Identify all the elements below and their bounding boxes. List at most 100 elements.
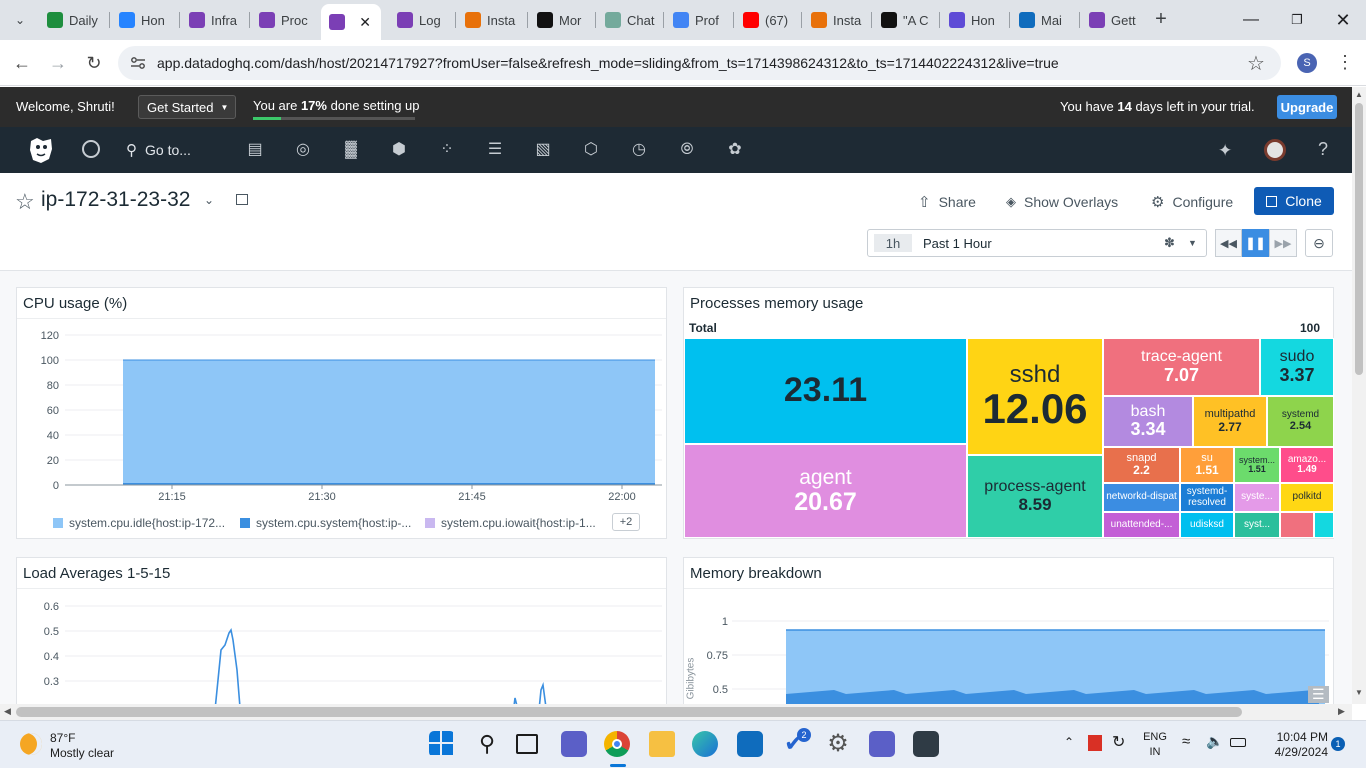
treemap-cell[interactable] [1314, 512, 1334, 538]
url-text[interactable]: app.datadoghq.com/dash/host/20214717927?… [157, 55, 1059, 71]
battery-icon[interactable] [1230, 738, 1246, 747]
scroll-left-icon[interactable]: ◀ [4, 706, 11, 717]
browser-tab[interactable]: Mor [529, 6, 593, 34]
notebooks-icon[interactable]: ✿ [726, 141, 744, 159]
close-window-icon[interactable]: ✕ [1328, 8, 1358, 32]
pdf-tray-icon[interactable] [1088, 735, 1102, 751]
browser-tab[interactable]: Daily [39, 6, 103, 34]
share-button[interactable]: ⇧ Share [918, 192, 976, 212]
minimize-icon[interactable]: — [1236, 8, 1266, 32]
treemap-cell[interactable]: polkitd [1280, 483, 1334, 512]
apm-icon[interactable]: ▓ [342, 141, 360, 159]
browser-tab[interactable]: Hon [941, 6, 1005, 34]
browser-tab[interactable]: "A C [873, 6, 937, 34]
start-icon[interactable] [429, 731, 455, 757]
horizontal-scrollbar[interactable]: ◀ ▶ [0, 704, 1352, 720]
treemap-cell[interactable]: agent 20.67 [684, 444, 967, 538]
treemap-cell[interactable]: amazo... 1.49 [1280, 447, 1334, 483]
copy-icon[interactable] [236, 194, 248, 205]
legend-item[interactable]: system.cpu.iowait{host:ip-1... [425, 516, 596, 530]
file-explorer-icon[interactable] [649, 731, 675, 757]
browser-tab[interactable]: ✕ [321, 4, 381, 40]
back-icon[interactable]: ← [10, 51, 34, 75]
infrastructure-icon[interactable]: ⬢ [390, 141, 408, 159]
browser-tab[interactable]: Infra [181, 6, 245, 34]
site-info-icon[interactable] [130, 56, 146, 70]
forward-icon[interactable]: → [46, 51, 70, 75]
digital-experience-icon[interactable]: ◷ [630, 141, 648, 159]
omnibox[interactable]: app.datadoghq.com/dash/host/20214717927?… [118, 46, 1281, 80]
volume-icon[interactable]: 🔈 [1206, 733, 1223, 750]
teams-icon[interactable] [869, 731, 895, 757]
sync-tray-icon[interactable]: ↻ [1112, 732, 1125, 752]
treemap-cell[interactable]: networkd-dispat [1103, 483, 1180, 512]
title-dropdown-icon[interactable]: ⌄ [204, 193, 214, 207]
legend-item[interactable]: system.cpu.idle{host:ip-172... [53, 516, 225, 530]
treemap-cell[interactable]: multipathd 2.77 [1193, 396, 1267, 447]
tray-overflow-icon[interactable]: ⌃ [1064, 735, 1074, 749]
browser-tab[interactable]: Mai [1011, 6, 1075, 34]
setup-progress-text[interactable]: You are 17% done setting up [253, 98, 420, 113]
browser-tab[interactable]: Prof [665, 6, 729, 34]
settings-icon[interactable]: ⚙ [825, 731, 851, 757]
reload-icon[interactable]: ↻ [82, 51, 106, 75]
wifi-icon[interactable]: ≈ [1182, 733, 1190, 750]
browser-tab[interactable]: Log [389, 6, 453, 34]
watchdog-icon[interactable]: ⦾ [678, 141, 696, 159]
treemap-cell[interactable]: process-agent 8.59 [967, 455, 1103, 538]
logs-icon[interactable]: ☰ [486, 141, 504, 159]
treemap-cell[interactable]: trace-agent 7.07 [1103, 338, 1260, 396]
search-icon[interactable]: ⚲ [474, 731, 500, 757]
profile-avatar[interactable]: S [1297, 53, 1317, 73]
treemap-cell[interactable]: sudo 3.37 [1260, 338, 1334, 396]
legend-more-button[interactable]: +2 [612, 513, 640, 531]
meet-icon[interactable] [561, 731, 587, 757]
widget-menu-icon[interactable]: ☰ [1308, 686, 1329, 703]
time-picker[interactable]: 1h Past 1 Hour ✽ ▼ [867, 229, 1207, 257]
edge-icon[interactable] [692, 731, 718, 757]
treemap-cell[interactable]: unattended-... [1103, 512, 1180, 538]
browser-tab[interactable]: Proc [251, 6, 315, 34]
treemap-cell[interactable]: syste... [1234, 483, 1280, 512]
treemap-cell[interactable]: snapd 2.2 [1103, 447, 1180, 483]
datadog-logo-icon[interactable] [27, 135, 55, 165]
treemap-cell[interactable]: systemd-resolved [1180, 483, 1234, 512]
treemap-cell[interactable] [1280, 512, 1314, 538]
integrations-icon[interactable]: ✦ [1218, 141, 1232, 161]
goto-search[interactable]: ⚲ Go to... [126, 141, 191, 159]
new-tab-icon[interactable]: + [1150, 8, 1172, 30]
integrations-graph-icon[interactable]: ⁘ [438, 141, 456, 159]
treemap-cell[interactable]: system... 1.51 [1234, 447, 1280, 483]
treemap-cell[interactable]: 23.11 [684, 338, 967, 444]
cicd-icon[interactable]: ▧ [534, 141, 552, 159]
pin-icon[interactable]: ✽ [1164, 235, 1175, 251]
browser-menu-icon[interactable]: ⋮ [1336, 51, 1354, 73]
treemap-cell[interactable]: bash 3.34 [1103, 396, 1193, 447]
outlook-icon[interactable] [737, 731, 763, 757]
user-avatar-icon[interactable] [1264, 139, 1286, 161]
notification-badge[interactable]: 1 [1331, 737, 1345, 751]
treemap-cell[interactable]: udisksd [1180, 512, 1234, 538]
scroll-down-icon[interactable]: ▼ [1355, 688, 1363, 697]
scroll-right-icon[interactable]: ▶ [1338, 706, 1345, 717]
language-indicator[interactable]: ENG IN [1140, 730, 1170, 760]
vertical-scrollbar[interactable]: ▲ ▼ [1352, 87, 1366, 704]
treemap-cell[interactable]: systemd 2.54 [1267, 396, 1334, 447]
chrome-icon[interactable] [604, 731, 630, 757]
forward-button[interactable]: ▶▶ [1269, 229, 1297, 257]
restore-icon[interactable]: ❐ [1282, 8, 1312, 32]
browser-tab[interactable]: (67) [735, 6, 799, 34]
legend-item[interactable]: system.cpu.system{host:ip-... [240, 516, 411, 530]
monitors-icon[interactable]: ◎ [294, 141, 312, 159]
treemap-cell[interactable]: su 1.51 [1180, 447, 1234, 483]
time-dropdown-icon[interactable]: ▼ [1188, 238, 1197, 248]
pause-button[interactable]: ❚❚ [1242, 229, 1269, 257]
security-icon[interactable]: ⬡ [582, 141, 600, 159]
browser-tab[interactable]: Hon [111, 6, 175, 34]
show-overlays-button[interactable]: ◈ Show Overlays [1006, 192, 1118, 212]
browser-tab[interactable]: Insta [803, 6, 867, 34]
clock[interactable]: 10:04 PM 4/29/2024 [1258, 730, 1328, 760]
snipping-tool-icon[interactable] [913, 731, 939, 757]
close-tab-icon[interactable]: ✕ [359, 14, 371, 31]
task-view-icon[interactable] [516, 734, 538, 754]
